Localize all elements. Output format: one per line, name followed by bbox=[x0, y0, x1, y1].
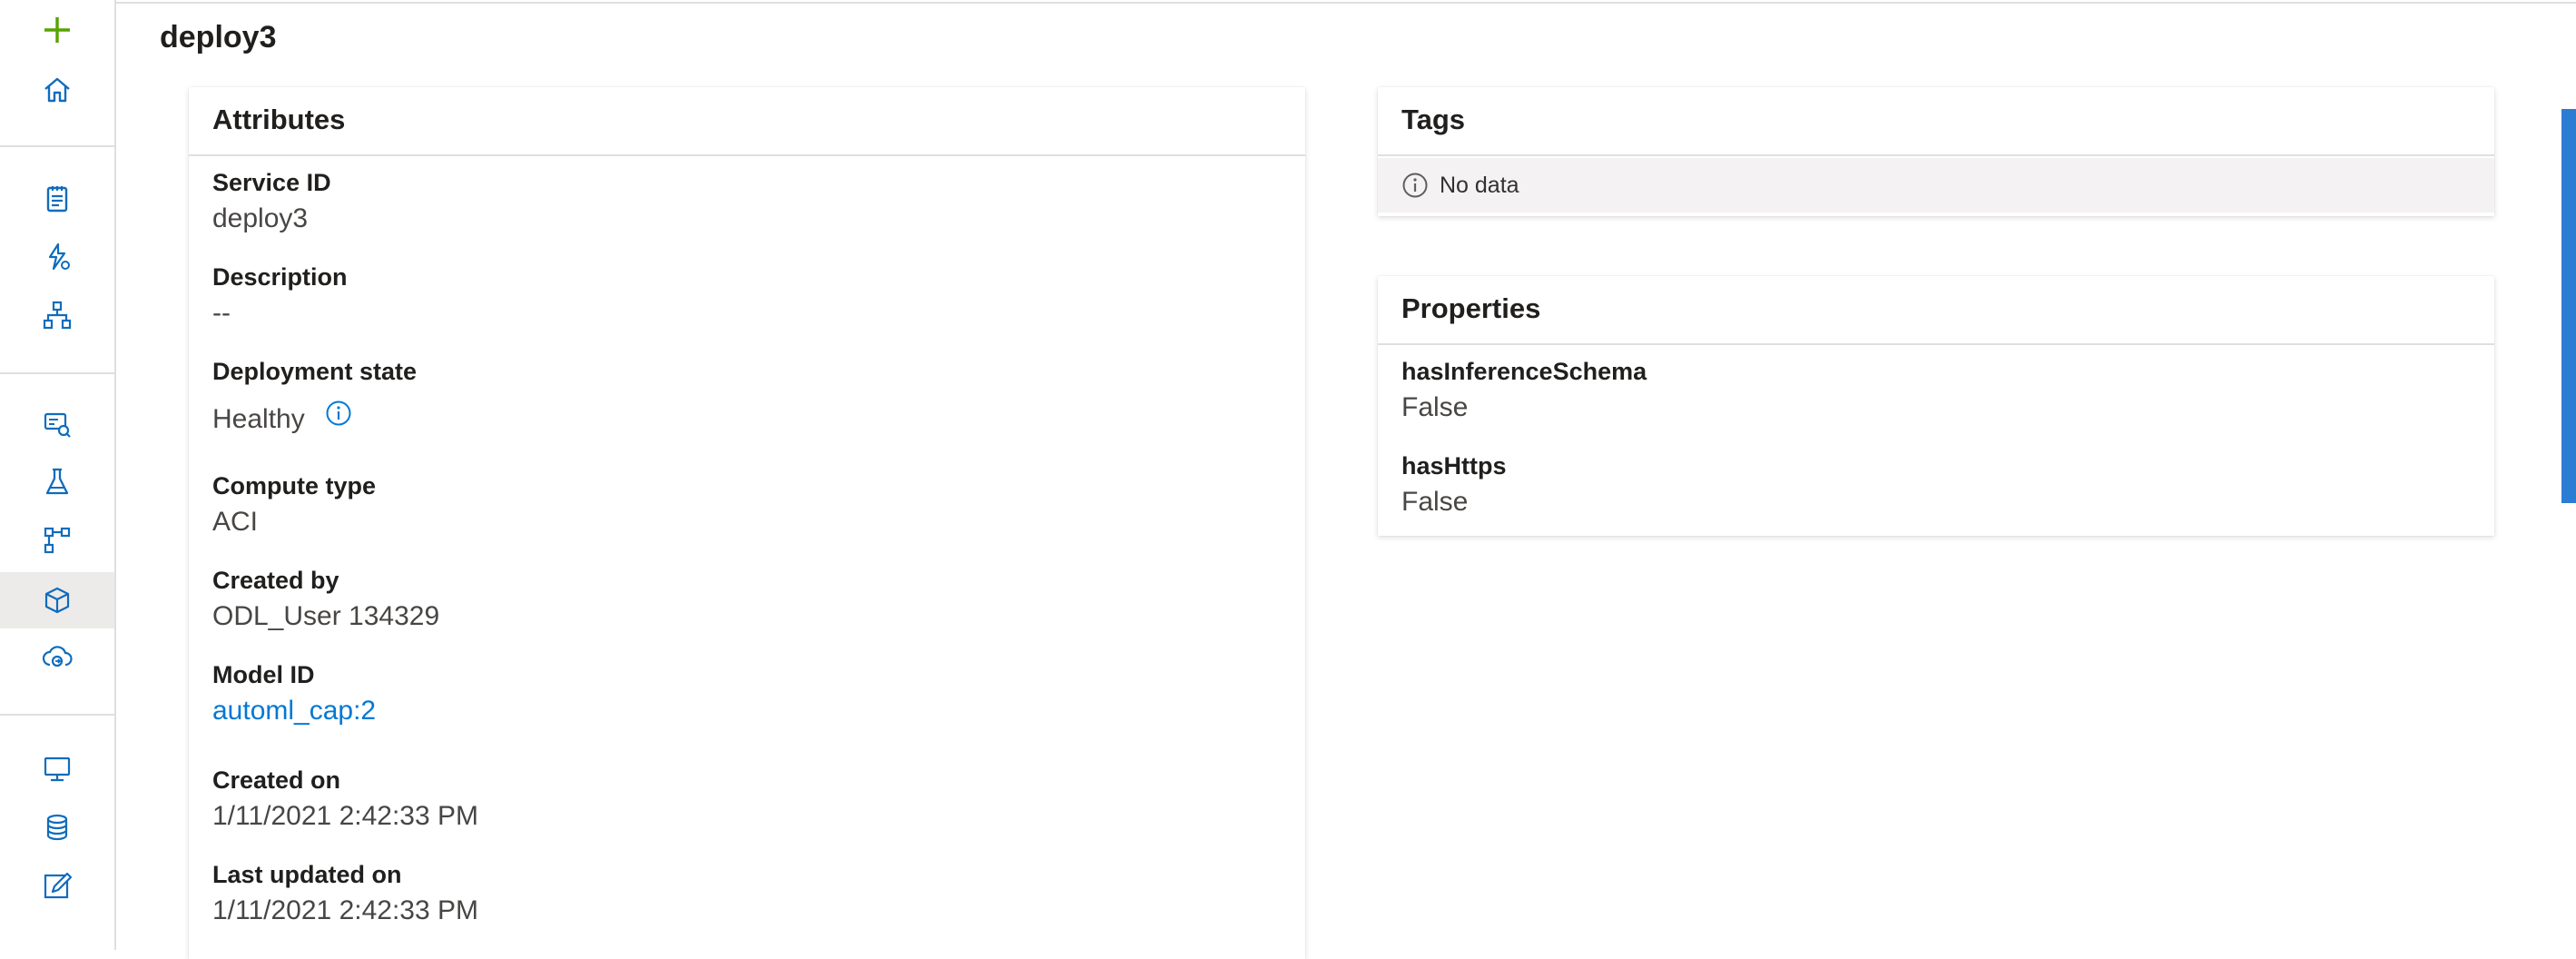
properties-card-title: Properties bbox=[1401, 292, 1541, 324]
nav-models[interactable] bbox=[0, 572, 114, 628]
has-inference-schema-value: False bbox=[1401, 392, 1469, 422]
designer-icon bbox=[43, 301, 72, 330]
nav-automated-ml[interactable] bbox=[0, 229, 114, 285]
no-data-text: No data bbox=[1440, 172, 1519, 198]
data-labeling-icon bbox=[44, 872, 73, 899]
info-icon bbox=[1401, 172, 1429, 199]
card-divider bbox=[189, 154, 1305, 156]
created-by-label: Created by bbox=[212, 567, 339, 594]
deployment-state-value: Healthy bbox=[212, 403, 305, 434]
models-icon bbox=[44, 587, 70, 614]
card-divider bbox=[1378, 154, 2494, 156]
automated-ml-icon bbox=[48, 242, 70, 271]
created-by-value: ODL_User 134329 bbox=[212, 601, 440, 631]
create-new-button[interactable] bbox=[0, 2, 114, 58]
info-icon[interactable] bbox=[325, 400, 352, 434]
nav-endpoints[interactable] bbox=[0, 630, 114, 687]
plus-icon bbox=[44, 17, 70, 43]
nav-experiments[interactable] bbox=[0, 454, 114, 510]
service-id-label: Service ID bbox=[212, 169, 331, 196]
created-on-value: 1/11/2021 2:42:33 PM bbox=[212, 801, 478, 831]
last-updated-on-value: 1/11/2021 2:42:33 PM bbox=[212, 895, 478, 925]
page-title: deploy3 bbox=[160, 20, 277, 54]
header-border bbox=[116, 2, 2576, 4]
nav-divider bbox=[0, 714, 114, 716]
datastores-icon bbox=[46, 814, 68, 841]
card-divider bbox=[1378, 343, 2494, 345]
description-value: -- bbox=[212, 298, 231, 328]
has-https-value: False bbox=[1401, 487, 1469, 517]
tags-card-title: Tags bbox=[1401, 104, 1466, 135]
datasets-icon bbox=[44, 412, 71, 438]
nav-compute[interactable] bbox=[0, 741, 114, 797]
nav-divider bbox=[0, 145, 114, 147]
properties-card: Properties hasInferenceSchema False hasH… bbox=[1378, 276, 2494, 536]
notebook-icon bbox=[46, 186, 68, 213]
side-panel-toggle[interactable] bbox=[2561, 109, 2576, 503]
pipelines-icon bbox=[44, 527, 71, 554]
nav-designer[interactable] bbox=[0, 287, 114, 343]
nav-datastores[interactable] bbox=[0, 799, 114, 855]
left-nav bbox=[0, 0, 116, 950]
deployment-state-label: Deployment state bbox=[212, 358, 418, 385]
compute-icon bbox=[44, 756, 71, 782]
has-inference-schema-label: hasInferenceSchema bbox=[1401, 358, 1647, 385]
model-id-link[interactable]: automl_cap:2 bbox=[212, 696, 376, 727]
nav-divider bbox=[0, 372, 114, 374]
home-icon bbox=[44, 77, 70, 103]
compute-type-value: ACI bbox=[212, 507, 259, 537]
has-https-label: hasHttps bbox=[1401, 452, 1507, 480]
tags-card: Tags No data bbox=[1378, 87, 2494, 216]
compute-type-label: Compute type bbox=[212, 472, 377, 499]
last-updated-on-label: Last updated on bbox=[212, 861, 402, 888]
attributes-card-title: Attributes bbox=[212, 104, 346, 135]
nav-home[interactable] bbox=[0, 62, 114, 118]
experiments-icon bbox=[45, 468, 69, 495]
service-id-value: deploy3 bbox=[212, 203, 309, 233]
nav-notebooks[interactable] bbox=[0, 171, 114, 227]
description-label: Description bbox=[212, 263, 348, 291]
endpoints-icon bbox=[42, 646, 73, 667]
nav-datasets[interactable] bbox=[0, 396, 114, 452]
attributes-card: Attributes Service ID deploy3 Descriptio… bbox=[189, 87, 1305, 959]
model-id-label: Model ID bbox=[212, 661, 315, 688]
no-data-row: No data bbox=[1378, 158, 2494, 213]
nav-data-labeling[interactable] bbox=[0, 857, 114, 914]
nav-pipelines[interactable] bbox=[0, 512, 114, 568]
deployment-state-row: Healthy bbox=[212, 400, 352, 438]
created-on-label: Created on bbox=[212, 766, 341, 794]
